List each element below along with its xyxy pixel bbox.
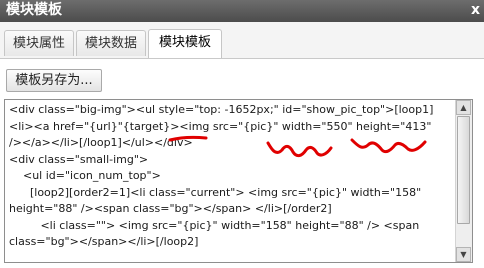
code-line: /></a></li>[/loop1]</ul></div>	[9, 136, 193, 149]
code-line: class="bg"></span></li>[/loop2]	[9, 235, 199, 248]
code-line: <ul id="icon_num_top">	[9, 169, 161, 182]
tab-module-properties[interactable]: 模块属性	[4, 30, 74, 56]
tab-content: 模板另存为... <div class="big-img"><ul style=…	[0, 59, 484, 268]
code-text[interactable]: <div class="big-img"><ul style="top: -16…	[9, 102, 455, 251]
code-line: <div class="small-img">	[9, 152, 149, 166]
save-template-as-button[interactable]: 模板另存为...	[6, 69, 102, 92]
scroll-up-arrow-icon[interactable]: ▲	[456, 100, 471, 115]
dialog-title: 模块模板	[6, 2, 62, 18]
code-line: <li class=""> <img src="{pic}" width="15…	[9, 218, 420, 232]
code-line: height="88" /><span class="bg"></span> <…	[9, 202, 332, 215]
code-line: [loop2][order2=1]<li class="current"> <i…	[9, 185, 422, 199]
tab-module-template[interactable]: 模块模板	[148, 29, 222, 58]
dialog-title-bar: 模块模板 x	[0, 0, 484, 22]
template-code-editor[interactable]: <div class="big-img"><ul style="top: -16…	[4, 99, 473, 263]
tab-module-data[interactable]: 模块数据	[76, 30, 146, 56]
code-line: <li><a href="{url}"{target}><img src="{p…	[9, 119, 432, 133]
close-icon[interactable]: x	[471, 0, 480, 20]
code-line: <div class="big-img"><ul style="top: -16…	[9, 103, 434, 116]
vertical-scrollbar[interactable]: ▲ ▼	[455, 100, 472, 262]
scroll-down-arrow-icon[interactable]: ▼	[456, 247, 471, 262]
tab-bar: 模块属性 模块数据 模块模板	[0, 22, 484, 59]
scrollbar-thumb[interactable]	[457, 116, 470, 224]
